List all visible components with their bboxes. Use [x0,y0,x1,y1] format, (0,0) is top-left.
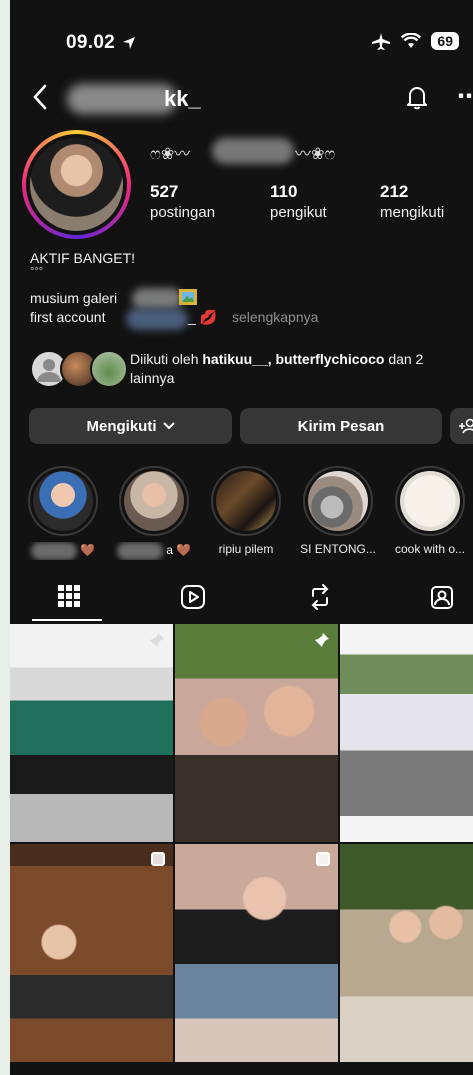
highlight-ripiu-pilem[interactable]: ripiu pilem [211,466,281,556]
display-name-prefix: ෆ❀〰 [150,146,191,163]
avatar [30,138,123,231]
tab-reels-icon[interactable] [180,584,206,610]
display-name-suffix: 〰❀ෆ [295,146,336,163]
see-more-link[interactable]: selengkapnya [232,309,318,325]
multi-photo-icon [151,852,165,866]
airplane-icon [372,33,391,50]
framed-picture-icon [179,289,197,305]
bio-line-3: musium galeri [30,290,117,306]
stat-posts-label: postingan [150,204,216,221]
status-bar: 09.02 69 [10,30,473,60]
stat-followers-count: 110 [270,182,298,201]
bio-line-1: AKTIF BANGET! [30,250,136,266]
post-5[interactable] [175,844,338,1062]
stat-following-label: mengikuti [380,204,445,221]
tab-posts-grid-icon[interactable] [57,584,81,608]
bio-line-2: °°° [30,266,44,278]
message-button[interactable]: Kirim Pesan [240,408,442,444]
profile-header: kk_ ⋯ [10,82,473,122]
highlight-2-label: a 🤎 [109,542,199,560]
followed-by-prefix: Diikuti oleh [130,351,199,367]
highlight-2-cover [124,471,184,531]
followed-by-names: hatikuu__, butterflychicoco [202,351,385,367]
pin-icon [315,633,329,647]
post-2[interactable] [175,624,338,842]
post-6[interactable] [340,844,473,1062]
highlight-1-cover [33,471,93,531]
highlight-2[interactable]: a 🤎 [116,466,191,560]
bio-line-4-text: first account [30,309,106,325]
mutual-followers-text: Diikuti oleh hatikuu__, butterflychicoco… [130,350,470,388]
highlight-3-cover [216,471,276,531]
highlight-5-label: cook with o... [394,542,466,556]
bio-redacted-2 [126,308,188,330]
battery-indicator: 69 [431,32,459,50]
highlight-4-label: SI ENTONG... [300,542,376,556]
following-button-label: Mengikuti [86,417,157,435]
add-person-button[interactable] [450,408,473,444]
profile-tabs [10,580,473,622]
more-options-icon[interactable]: ⋯ [457,82,473,111]
highlight-4-cover [308,471,368,531]
highlight-3-label: ripiu pilem [218,542,274,556]
back-chevron-icon[interactable] [32,84,48,110]
bio-line-4: first account [30,309,105,325]
post-1[interactable] [10,624,173,842]
tab-tagged-icon[interactable] [430,584,454,610]
bio-redacted-1 [132,288,182,310]
stat-following-count: 212 [380,182,409,201]
post-3[interactable] [340,624,473,842]
stat-posts-count: 527 [150,182,179,201]
pin-icon [150,633,164,647]
profile-avatar-story-ring[interactable] [22,130,131,239]
tab-reposts-icon[interactable] [308,584,332,610]
multi-photo-icon [316,852,330,866]
highlight-cook-with[interactable]: cook with o... [395,466,465,556]
highlight-5-cover [400,471,460,531]
highlight-1[interactable]: 🤎 [28,466,98,560]
stat-followers-label: pengikut [270,204,327,221]
post-4[interactable] [10,844,173,1062]
username: kk_ [164,86,201,111]
following-button[interactable]: Mengikuti [29,408,232,444]
bell-icon[interactable] [406,84,428,110]
add-person-icon [459,418,473,434]
display-name-redacted [212,138,294,164]
phone-screen: 09.02 69 kk_ ⋯ ෆ❀〰 〰❀ෆ 527 postingan 110… [10,0,473,1075]
stat-posts[interactable]: 527 postingan [150,182,215,221]
chevron-down-icon [162,422,175,430]
active-tab-indicator [32,619,102,621]
status-time: 09.02 [66,32,116,53]
stat-following[interactable]: 212 mengikuti [380,182,444,221]
stat-followers[interactable]: 110 pengikut [270,182,327,221]
mutual-followers-row[interactable]: Diikuti oleh hatikuu__, butterflychicoco… [30,350,470,394]
username-redacted [67,84,177,114]
message-button-label: Kirim Pesan [297,417,385,435]
wifi-icon [401,33,422,48]
bio-line-3-text: musium galeri [30,290,118,306]
location-arrow-icon [123,37,135,49]
bio-line-4-suffix: _ 💋 [188,309,218,325]
highlight-si-entong[interactable]: SI ENTONG... [300,466,376,556]
status-icons: 69 [371,32,459,50]
highlight-1-label: 🤎 [18,542,108,560]
mutual-avatar-3 [90,350,128,388]
